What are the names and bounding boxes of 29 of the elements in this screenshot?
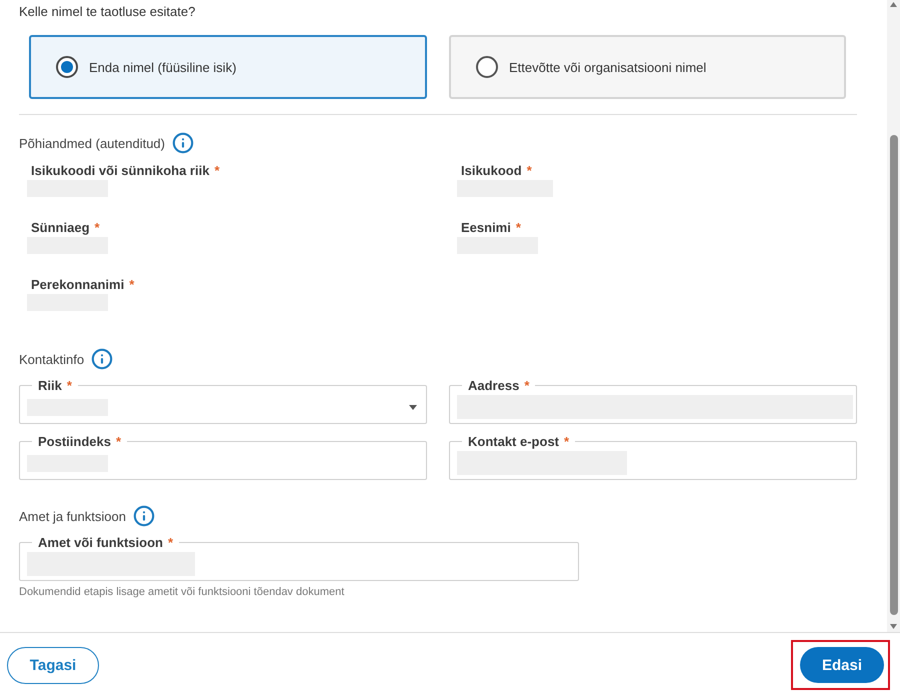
- field-label: Perekonnanimi *: [30, 276, 134, 293]
- section-title: Amet ja funktsioon: [19, 508, 126, 524]
- radio-button[interactable]: [476, 56, 498, 78]
- radio-button[interactable]: [56, 56, 78, 78]
- option-card[interactable]: Enda nimel (füüsiline isik): [29, 35, 427, 99]
- field-label: Isikukoodi või sünnikoha riik *: [30, 162, 220, 179]
- field-label: Sünniaeg *: [30, 219, 100, 236]
- scroll-up-icon[interactable]: [890, 2, 897, 7]
- field-label: Isikukood *: [460, 162, 532, 179]
- caret-icon: [409, 404, 417, 410]
- scrollbar[interactable]: [887, 0, 900, 632]
- info-icon[interactable]: [91, 348, 114, 370]
- info-icon[interactable]: [132, 505, 155, 527]
- scrollbar-thumb[interactable]: [890, 135, 898, 615]
- section-title: Kontaktinfo: [19, 350, 84, 368]
- field-label: Postiindeks *: [37, 433, 122, 450]
- field-label: Kontakt e-post *: [467, 433, 570, 450]
- section-title: Põhiandmed (autenditud): [19, 134, 165, 152]
- question-text: Kelle nimel te taotluse esitate?: [19, 3, 196, 20]
- option-card[interactable]: Ettevõtte või organisatsiooni nimel: [449, 35, 846, 99]
- field-label: Eesnimi *: [460, 219, 521, 236]
- field-label: Amet või funktsioon *: [37, 534, 174, 551]
- info-icon[interactable]: [172, 132, 194, 154]
- field-label: Riik *: [37, 377, 73, 394]
- scroll-down-icon[interactable]: [890, 624, 897, 629]
- next-button[interactable]: Edasi: [800, 647, 884, 683]
- helper-text: Dokumendid etapis lisage ametit või funktsiooni tõendav dokument: [19, 585, 346, 599]
- back-button[interactable]: Tagasi: [7, 646, 99, 684]
- field-label: Aadress *: [467, 377, 530, 394]
